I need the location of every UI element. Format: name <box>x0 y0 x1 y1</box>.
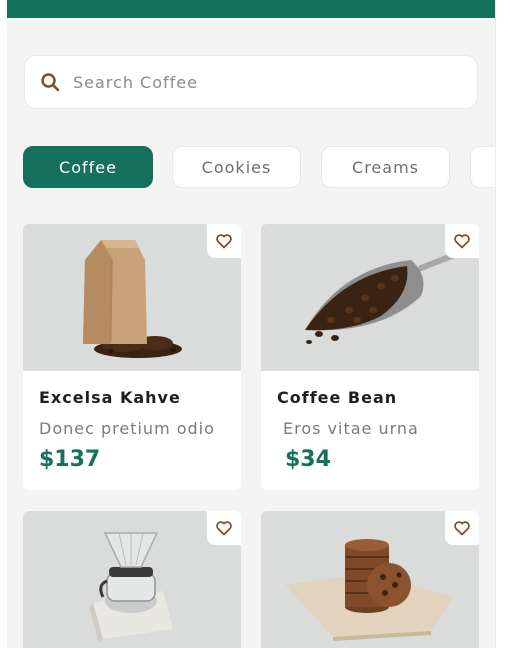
product-price: $137 <box>39 447 101 472</box>
product-image <box>23 224 241 371</box>
favorite-button[interactable] <box>207 224 241 258</box>
product-image <box>23 511 241 648</box>
product-description: Donec pretium odio <box>39 419 215 438</box>
favorite-button[interactable] <box>445 511 479 545</box>
app-screen: Coffee Cookies Creams <box>7 0 495 648</box>
search-bar[interactable] <box>24 55 478 109</box>
search-input[interactable] <box>73 72 433 92</box>
tab-cookies[interactable]: Cookies <box>172 146 301 188</box>
product-card[interactable] <box>23 511 241 648</box>
product-image <box>261 224 479 371</box>
heart-icon <box>216 521 232 536</box>
category-tabs: Coffee Cookies Creams <box>23 146 495 189</box>
product-price: $34 <box>285 447 331 472</box>
favorite-button[interactable] <box>445 224 479 258</box>
product-name: Excelsa Kahve <box>39 388 181 407</box>
tab-coffee[interactable]: Coffee <box>23 146 153 188</box>
favorite-button[interactable] <box>207 511 241 545</box>
product-card[interactable]: Coffee Bean Eros vitae urna $34 <box>261 224 479 490</box>
tab-more[interactable] <box>470 146 495 188</box>
product-card[interactable] <box>261 511 479 648</box>
header-band <box>7 0 495 18</box>
heart-icon <box>216 234 232 249</box>
product-card[interactable]: Excelsa Kahve Donec pretium odio $137 <box>23 224 241 490</box>
scrollbar-track <box>495 0 505 648</box>
product-name: Coffee Bean <box>277 388 398 407</box>
product-image <box>261 511 479 648</box>
product-description: Eros vitae urna <box>283 419 419 438</box>
heart-icon <box>454 521 470 536</box>
heart-icon <box>454 234 470 249</box>
search-icon <box>39 71 61 93</box>
tab-creams[interactable]: Creams <box>321 146 450 188</box>
